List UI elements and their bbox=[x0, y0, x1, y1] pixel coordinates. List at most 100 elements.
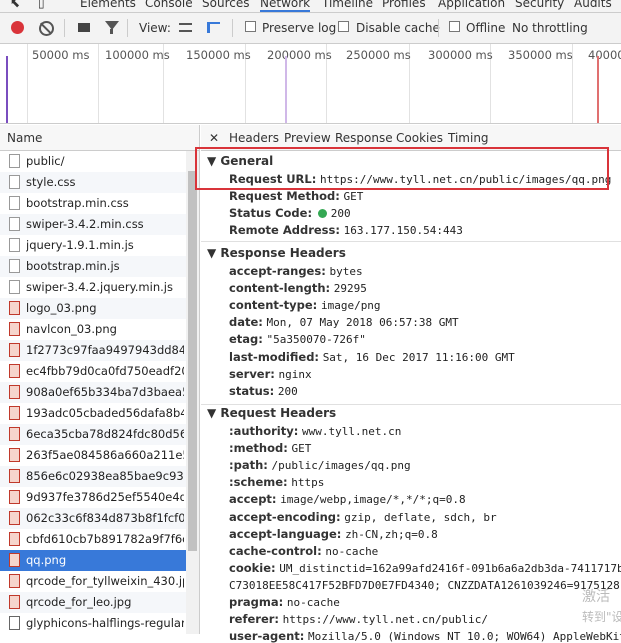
css-icon bbox=[9, 196, 20, 210]
response-headers-title: Response Headers bbox=[220, 246, 346, 260]
header-value: Sat, 16 Dec 2017 11:16:00 GMT bbox=[322, 350, 515, 364]
request-name: ec4fbb79d0ca0fd750eadf20... bbox=[26, 364, 184, 378]
request-row[interactable]: qq.png bbox=[0, 550, 186, 571]
request-list-scrollbar[interactable] bbox=[186, 151, 199, 634]
preserve-log-checkbox[interactable] bbox=[245, 21, 256, 32]
header-value: UM_distinctid=162a99afd2416f-091b6a6a2db… bbox=[279, 561, 621, 575]
request-headers-section-header[interactable]: ▼ Request Headers bbox=[207, 406, 336, 420]
request-row[interactable]: qrcode_for_leo.jpg bbox=[0, 592, 186, 613]
image-icon bbox=[9, 448, 20, 462]
header-value: image/png bbox=[320, 299, 381, 313]
request-row[interactable]: qrcode_for_tyllweixin_430.jpg bbox=[0, 571, 186, 592]
header-row: content-length: 29295 bbox=[229, 281, 367, 295]
scrollbar-thumb[interactable] bbox=[188, 171, 197, 551]
header-value: GET bbox=[291, 442, 312, 456]
tab-network[interactable]: Network bbox=[260, 0, 311, 12]
tab-console[interactable]: Console bbox=[145, 0, 193, 10]
view-label: View: bbox=[139, 21, 171, 35]
response-headers-section-header[interactable]: ▼ Response Headers bbox=[207, 246, 346, 260]
header-row: date: Mon, 07 May 2018 06:57:38 GMT bbox=[229, 315, 459, 329]
close-icon[interactable]: ✕ bbox=[209, 131, 219, 145]
disable-cache-checkbox[interactable] bbox=[338, 21, 349, 32]
network-overview[interactable]: 50000 ms 100000 ms 150000 ms 200000 ms 2… bbox=[0, 44, 621, 124]
tab-elements[interactable]: Elements bbox=[80, 0, 136, 10]
status-ok-icon bbox=[317, 209, 327, 218]
request-row[interactable]: 193adc05cbaded56dafa8b4... bbox=[0, 403, 186, 424]
tab-sources[interactable]: Sources bbox=[202, 0, 249, 10]
request-headers-title: Request Headers bbox=[220, 406, 337, 420]
header-value: no-cache bbox=[286, 596, 340, 609]
tab-response[interactable]: Response bbox=[335, 131, 393, 145]
tab-timeline[interactable]: Timeline bbox=[322, 0, 373, 10]
request-row[interactable]: bootstrap.min.js bbox=[0, 256, 186, 277]
request-row[interactable]: 263f5ae084586a660a211e5... bbox=[0, 445, 186, 466]
image-icon bbox=[9, 385, 20, 399]
request-name: navlcon_03.png bbox=[26, 322, 117, 336]
request-row[interactable]: logo_03.png bbox=[0, 298, 186, 319]
request-row[interactable]: 062c33c6f834d873b8f1fcf0... bbox=[0, 508, 186, 529]
request-row[interactable]: 908a0ef65b334ba7d3baea5... bbox=[0, 382, 186, 403]
tab-profiles[interactable]: Profiles bbox=[382, 0, 426, 10]
tab-cookies[interactable]: Cookies bbox=[396, 131, 443, 145]
header-key: accept-encoding: bbox=[229, 509, 341, 524]
tab-timing[interactable]: Timing bbox=[448, 131, 489, 145]
request-row[interactable]: swiper-3.4.2.jquery.min.js bbox=[0, 277, 186, 298]
header-value: nginx bbox=[278, 367, 312, 381]
header-value: GET bbox=[343, 190, 364, 203]
request-name: 6eca35cba78d824fdc80d56... bbox=[26, 427, 184, 441]
header-row: accept: image/webp,image/*,*/*;q=0.8 bbox=[229, 492, 466, 506]
request-row[interactable]: 9d937fe3786d25ef5540e4d... bbox=[0, 487, 186, 508]
image-icon bbox=[9, 343, 20, 357]
header-row: C73018EE58C417F52BFD7D0E7FD4340; CNZZDAT… bbox=[229, 578, 620, 592]
header-key: user-agent: bbox=[229, 629, 305, 643]
throttling-select[interactable]: No throttling bbox=[512, 21, 588, 35]
request-row[interactable]: glyphicons-halflings-regular... bbox=[0, 613, 186, 634]
section-divider bbox=[201, 241, 621, 242]
font-icon bbox=[9, 616, 20, 630]
image-icon bbox=[9, 301, 20, 315]
tab-security[interactable]: Security bbox=[515, 0, 564, 10]
waterfall-icon[interactable] bbox=[207, 22, 220, 33]
header-key: server: bbox=[229, 366, 275, 381]
offline-checkbox[interactable] bbox=[449, 21, 460, 32]
image-icon bbox=[9, 469, 20, 483]
header-key: last-modified: bbox=[229, 349, 320, 364]
header-row: :scheme: https bbox=[229, 475, 324, 489]
tab-preview[interactable]: Preview bbox=[284, 131, 331, 145]
overview-bar bbox=[597, 56, 599, 123]
request-row[interactable]: bootstrap.min.css bbox=[0, 193, 186, 214]
overview-tick: 150000 ms bbox=[186, 48, 251, 62]
record-icon[interactable] bbox=[11, 21, 24, 34]
header-row: Remote Address: 163.177.150.54:443 bbox=[229, 223, 463, 237]
device-toolbar-icon[interactable]: ▯ bbox=[38, 0, 45, 10]
request-row[interactable]: swiper-3.4.2.min.css bbox=[0, 214, 186, 235]
disable-cache-label: Disable cache bbox=[356, 21, 440, 35]
header-value: /public/images/qq.png bbox=[271, 459, 411, 473]
header-value: 200 bbox=[330, 207, 351, 220]
request-row[interactable]: navlcon_03.png bbox=[0, 319, 186, 340]
header-row: user-agent: Mozilla/5.0 (Windows NT 10.0… bbox=[229, 629, 621, 643]
header-row: status: 200 bbox=[229, 384, 298, 398]
request-row[interactable]: 6eca35cba78d824fdc80d56... bbox=[0, 424, 186, 445]
name-column-header[interactable]: Name bbox=[0, 125, 199, 151]
tab-application[interactable]: Application bbox=[438, 0, 505, 10]
request-row[interactable]: cbfd610cb7b891782a9f7f6c... bbox=[0, 529, 186, 550]
header-row: referer: https://www.tyll.net.cn/public/ bbox=[229, 612, 488, 626]
overview-gridline bbox=[98, 44, 99, 123]
overview-tick: 200000 ms bbox=[267, 48, 332, 62]
inspect-icon[interactable]: ⬉ bbox=[10, 0, 20, 10]
request-row[interactable]: style.css bbox=[0, 172, 186, 193]
js-icon bbox=[9, 238, 20, 252]
large-rows-icon[interactable] bbox=[179, 23, 192, 32]
request-name: 1f2773c97faa9497943dd84... bbox=[26, 343, 184, 357]
request-row[interactable]: 856e6c02938ea85bae9c93e... bbox=[0, 466, 186, 487]
header-row: etag: "5a350070-726f" bbox=[229, 332, 366, 346]
camera-icon[interactable] bbox=[78, 23, 90, 32]
image-icon bbox=[9, 406, 20, 420]
request-row[interactable]: public/ bbox=[0, 151, 186, 172]
request-row[interactable]: ec4fbb79d0ca0fd750eadf20... bbox=[0, 361, 186, 382]
header-key: :scheme: bbox=[229, 475, 288, 490]
request-row[interactable]: jquery-1.9.1.min.js bbox=[0, 235, 186, 256]
request-row[interactable]: 1f2773c97faa9497943dd84... bbox=[0, 340, 186, 361]
tab-audits[interactable]: Audits bbox=[574, 0, 612, 10]
